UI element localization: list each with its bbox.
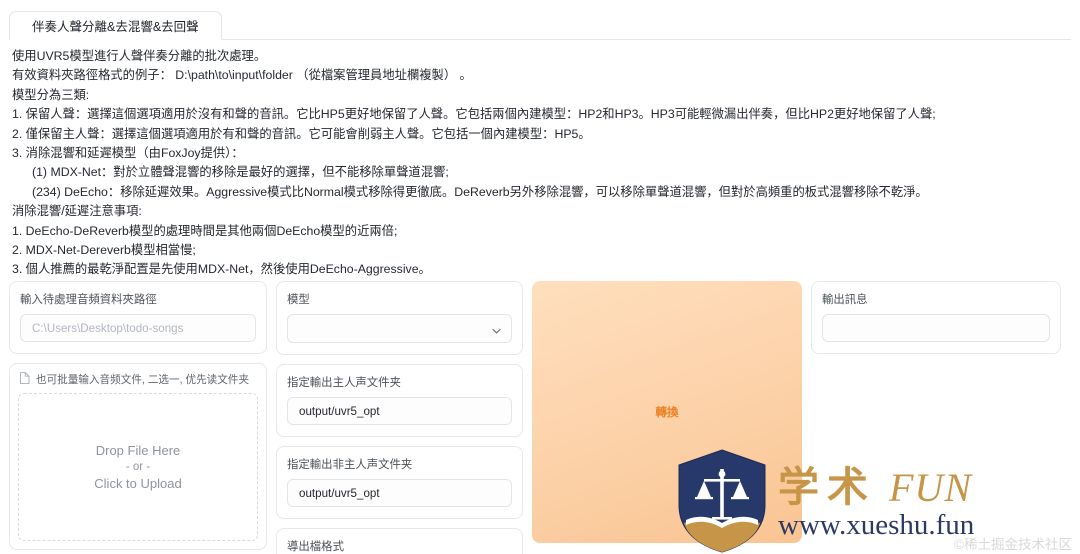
tab-bar: 伴奏人聲分離&去混響&去回聲 <box>9 11 1071 40</box>
input-column: 輸入待處理音頻資料夾路徑 也可批量输入音频文件, 二选一, 优先读文件夹 Dro… <box>9 281 267 550</box>
input-path-field[interactable] <box>20 314 256 342</box>
description-line: 2. 僅保留主人聲：選擇這個選項適用於有和聲的音訊。它可能會削弱主人聲。它包括一… <box>12 126 591 141</box>
export-format-card: 導出檔格式 wavflacmp3m4a <box>276 528 523 554</box>
description-line: 模型分為三類: <box>12 87 90 102</box>
description-line: 消除混響/延遲注意事項: <box>12 204 142 219</box>
drop-file-here-text: Drop File Here <box>95 443 181 458</box>
inst-output-label: 指定輸出非主人声文件夹 <box>287 459 413 471</box>
file-icon <box>20 372 30 387</box>
output-message-label: 輸出訊息 <box>822 294 868 306</box>
vocal-output-field[interactable] <box>287 397 512 425</box>
convert-button[interactable]: 轉換 <box>532 281 802 543</box>
description-line: 3. 個人推薦的最乾淨配置是先使用MDX-Net，然後使用DeEcho-Aggr… <box>12 262 431 277</box>
description-line: 1. 保留人聲：選擇這個選項適用於沒有和聲的音訊。它比HP5更好地保留了人聲。它… <box>12 107 936 122</box>
model-label: 模型 <box>287 294 310 306</box>
description-line: (1) MDX-Net：對於立體聲混響的移除是最好的選擇，但不能移除單聲道混響; <box>32 165 449 180</box>
action-column: 轉換 <box>532 281 802 543</box>
output-message-field <box>822 314 1050 342</box>
vocal-output-card: 指定輸出主人声文件夹 <box>276 364 523 437</box>
vocal-output-label: 指定輸出主人声文件夹 <box>287 377 401 389</box>
file-dropzone[interactable]: Drop File Here - or - Click to Upload <box>18 393 258 541</box>
file-upload-card: 也可批量输入音频文件, 二选一, 优先读文件夹 Drop File Here -… <box>9 363 267 550</box>
description-line: 使用UVR5模型進行人聲伴奏分離的批次處理。 <box>12 49 267 63</box>
app-window: 伴奏人聲分離&去混響&去回聲 使用UVR5模型進行人聲伴奏分離的批次處理。有效資… <box>0 0 1080 554</box>
output-column: 輸出訊息 <box>811 281 1061 543</box>
model-select-wrap <box>287 314 512 343</box>
tab-label: 伴奏人聲分離&去混響&去回聲 <box>32 20 199 34</box>
export-format-label: 導出檔格式 <box>287 541 344 553</box>
description-line: 2. MDX-Net-Dereverb模型相當慢; <box>12 243 196 258</box>
output-message-card: 輸出訊息 <box>811 281 1061 354</box>
upload-label: 也可批量输入音频文件, 二选一, 优先读文件夹 <box>36 374 250 386</box>
inst-output-card: 指定輸出非主人声文件夹 <box>276 446 523 519</box>
description-line: 有效資料夾路徑格式的例子： D:\path\to\input\folder （從… <box>12 68 472 83</box>
input-path-card: 輸入待處理音頻資料夾路徑 <box>9 281 267 354</box>
description-line: 3. 消除混響和延遲模型（由FoxJoy提供）： <box>12 146 244 161</box>
tab-uvr5-separation[interactable]: 伴奏人聲分離&去混響&去回聲 <box>9 11 222 40</box>
upload-label-row: 也可批量输入音频文件, 二选一, 优先读文件夹 <box>18 371 258 393</box>
model-card: 模型 <box>276 281 523 355</box>
inst-output-field[interactable] <box>287 479 512 507</box>
model-select[interactable] <box>287 314 512 343</box>
click-to-upload-text: Click to Upload <box>94 476 182 491</box>
main-row: 輸入待處理音頻資料夾路徑 也可批量输入音频文件, 二选一, 优先读文件夹 Dro… <box>9 281 1071 554</box>
description-line: 1. DeEcho-DeReverb模型的處理時間是其他兩個DeEcho模型的近… <box>12 223 398 238</box>
input-path-label: 輸入待處理音頻資料夾路徑 <box>20 294 157 306</box>
drop-or-text: - or - <box>125 461 151 473</box>
description-line: (234) DeEcho：移除延遲效果。Aggressive模式比Normal模… <box>32 184 928 199</box>
convert-button-label: 轉換 <box>655 406 679 419</box>
description-block: 使用UVR5模型進行人聲伴奏分離的批次處理。有效資料夾路徑格式的例子： D:\p… <box>12 47 1062 280</box>
settings-column: 模型 指定輸出主人声文件夹 指定輸出非主人声文件夹 <box>276 281 523 554</box>
